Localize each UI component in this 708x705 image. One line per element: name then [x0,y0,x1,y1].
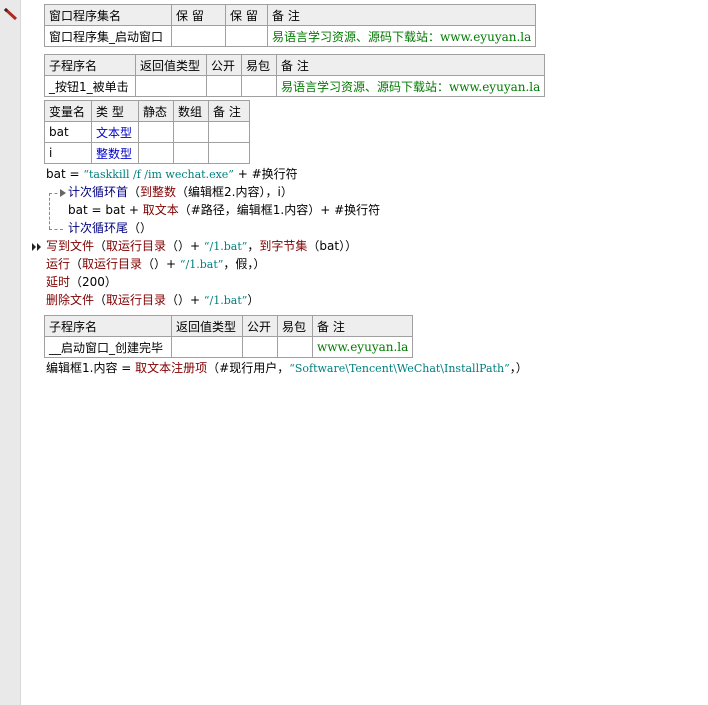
variable-table: 变量名 类 型 静态 数组 备 注 bat 文本型 i 整数型 [44,100,250,164]
column-header: 备 注 [311,315,414,337]
column-header: 备 注 [266,4,537,26]
column-header: 类 型 [91,100,139,122]
assembly-name-cell[interactable]: 窗口程序集_启动窗口 [44,25,172,47]
code-line[interactable]: bat = bat + 取文本（#路径，编辑框1.内容）+ #换行符 [68,202,380,218]
table-cell[interactable] [242,336,278,358]
subroutine-table: 子程序名 返回值类型 公开 易包 备 注 __启动窗口_创建完毕 www.eyu… [44,315,414,358]
window-assembly-table: 窗口程序集名 保 留 保 留 备 注 窗口程序集_启动窗口 易语言学习资源、源码… [44,4,537,47]
loop-arrow-icon [60,189,66,197]
table-cell[interactable] [138,142,174,164]
loop-guide [49,193,50,229]
table-cell[interactable] [241,75,277,97]
table-cell[interactable] [138,121,174,143]
table-cell[interactable] [206,75,242,97]
column-header: 返回值类型 [135,54,207,76]
column-header: 备 注 [275,54,546,76]
table-cell[interactable] [173,121,209,143]
table-cell[interactable] [135,75,207,97]
loop-guide [49,229,63,230]
code-line[interactable]: 编辑框1.内容 = 取文本注册项（#现行用户，“Software\Tencent… [46,360,528,377]
code-line[interactable]: 延时（200） [46,274,117,290]
table-cell[interactable] [173,142,209,164]
column-header: 窗口程序集名 [44,4,172,26]
column-header: 变量名 [44,100,92,122]
column-header: 易包 [277,315,313,337]
code-line[interactable]: bat = “taskkill /f /im wechat.exe” + #换行… [46,166,298,183]
code-line[interactable]: 计次循环首（到整数（编辑框2.内容），i） [68,184,293,200]
variable-type-cell[interactable]: 整数型 [91,142,139,164]
remark-cell[interactable]: 易语言学习资源、源码下载站：www.eyuyan.la [275,75,546,97]
column-header: 保 留 [225,4,268,26]
variable-type-cell[interactable]: 文本型 [91,121,139,143]
code-line[interactable]: 删除文件（取运行目录（）+ “/1.bat”） [46,292,259,309]
column-header: 数组 [173,100,209,122]
column-header: 备 注 [208,100,250,122]
breakpoint-arrow-icon[interactable] [32,243,42,251]
table-cell[interactable] [208,142,250,164]
subroutine-name-cell[interactable]: _按钮1_被单击 [44,75,136,97]
code-line[interactable]: 计次循环尾（） [68,220,152,236]
remark-cell[interactable]: 易语言学习资源、源码下载站：www.eyuyan.la [266,25,537,47]
column-header: 静态 [138,100,174,122]
code-line[interactable]: 运行（取运行目录（）+ “/1.bat”，假，） [46,256,265,273]
column-header: 易包 [241,54,277,76]
code-line[interactable]: 写到文件（取运行目录（）+ “/1.bat”，到字节集（bat）） [46,238,357,255]
column-header: 返回值类型 [171,315,243,337]
remark-cell[interactable]: www.eyuyan.la [311,336,414,358]
variable-name-cell[interactable]: bat [44,121,92,143]
editor-gutter [0,0,41,705]
column-header: 子程序名 [44,54,136,76]
column-header: 子程序名 [44,315,172,337]
column-header: 保 留 [171,4,226,26]
table-cell[interactable] [277,336,313,358]
variable-name-cell[interactable]: i [44,142,92,164]
pencil-icon [3,7,18,21]
subroutine-name-cell[interactable]: __启动窗口_创建完毕 [44,336,172,358]
table-cell[interactable] [171,336,243,358]
table-cell[interactable] [208,121,250,143]
table-cell[interactable] [225,25,268,47]
table-cell[interactable] [171,25,226,47]
column-header: 公开 [206,54,242,76]
column-header: 公开 [242,315,278,337]
subroutine-table: 子程序名 返回值类型 公开 易包 备 注 _按钮1_被单击 易语言学习资源、源码… [44,54,546,97]
